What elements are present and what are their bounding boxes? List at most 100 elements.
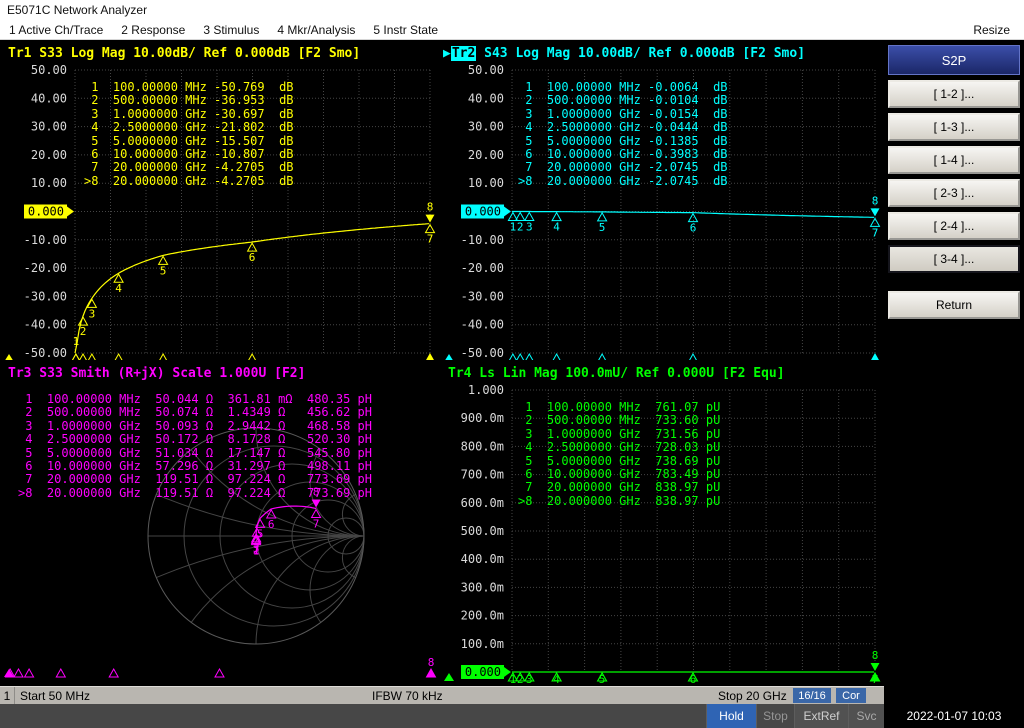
correction-badge: Cor <box>836 688 866 703</box>
svg-text:3: 3 <box>526 673 533 686</box>
channel-number: 1 <box>0 687 15 704</box>
datetime-readout: 2022-01-07 10:03 <box>884 704 1024 728</box>
svg-text:6: 6 <box>249 251 256 264</box>
trace-label: Tr3 <box>8 366 32 381</box>
trace-title-tr3[interactable]: Tr3 S33 Smith (R+jX) Scale 1.000U [F2] <box>8 366 305 381</box>
svg-text:900.0m: 900.0m <box>461 411 504 425</box>
softkey-button-2-3[interactable]: [ 2-3 ]... <box>888 179 1020 207</box>
menu-item-2[interactable]: 2 Response <box>112 23 194 37</box>
svg-text:100.0m: 100.0m <box>461 637 504 651</box>
svg-text:-50.00: -50.00 <box>461 346 504 360</box>
trace-label: Tr2 <box>450 46 477 61</box>
svg-text:2: 2 <box>517 221 524 234</box>
svg-text:2: 2 <box>517 673 524 686</box>
softkey-button-1-4[interactable]: [ 1-4 ]... <box>888 146 1020 174</box>
app-title: E5071C Network Analyzer <box>7 3 148 17</box>
menu-bar: 1 Active Ch/Trace 2 Response 3 Stimulus 4 M… <box>0 20 1024 40</box>
title-bar: E5071C Network Analyzer <box>0 0 1024 20</box>
sweep-stop-readout: Stop 20 GHz <box>718 688 787 703</box>
graph-tr1[interactable]: Tr1 S33 Log Mag 10.00dB/ Ref 0.000dB [F2… <box>0 40 440 360</box>
svg-text:8: 8 <box>313 486 320 499</box>
menu-items: 1 Active Ch/Trace 2 Response 3 Stimulus 4 M… <box>0 23 447 37</box>
svg-text:-20.00: -20.00 <box>24 261 67 275</box>
softkey-button-1-3[interactable]: [ 1-3 ]... <box>888 113 1020 141</box>
trace-format-readout: Ls Lin Mag 100.0mU/ Ref 0.000U [F2 Equ] <box>471 366 785 381</box>
instrument-status-bar: Hold Stop ExtRef Svc 2022-01-07 10:03 <box>0 704 1024 728</box>
ifbw-readout: IFBW 70 kHz <box>372 688 443 703</box>
softkey-list: [ 1-2 ]... [ 1-3 ]... [ 1-4 ]... [ 2-3 ]...… <box>888 80 1020 273</box>
svg-text:30.00: 30.00 <box>31 120 67 134</box>
menu-item-4[interactable]: 4 Mkr/Analysis <box>268 23 364 37</box>
svg-text:50.00: 50.00 <box>468 63 504 77</box>
graph-tr3[interactable]: Tr3 S33 Smith (R+jX) Scale 1.000U [F2] 1… <box>0 360 440 686</box>
svg-text:5: 5 <box>257 527 264 540</box>
svg-text:-30.00: -30.00 <box>24 289 67 303</box>
graph-tr4[interactable]: Tr4 Ls Lin Mag 100.0mU/ Ref 0.000U [F2 E… <box>440 360 884 686</box>
svg-text:10.00: 10.00 <box>468 176 504 190</box>
external-reference-indicator: ExtRef <box>794 704 848 728</box>
svg-text:6: 6 <box>690 222 697 235</box>
menu-item-3[interactable]: 3 Stimulus <box>194 23 268 37</box>
svg-text:600.0m: 600.0m <box>461 496 504 510</box>
trace-title-tr1[interactable]: Tr1 S33 Log Mag 10.00dB/ Ref 0.000dB [F2… <box>8 46 360 61</box>
active-trace-arrow: ▶ <box>443 46 451 61</box>
svg-text:700.0m: 700.0m <box>461 468 504 482</box>
svg-text:-10.00: -10.00 <box>461 233 504 247</box>
svg-text:8: 8 <box>427 201 434 214</box>
svg-text:40.00: 40.00 <box>31 91 67 105</box>
channel-status-bar: 1 Start 50 MHz IFBW 70 kHz Stop 20 GHz 1… <box>0 686 884 704</box>
averaging-counter-badge: 16/16 <box>793 688 831 703</box>
svg-text:1: 1 <box>510 673 517 686</box>
svg-text:4: 4 <box>115 282 122 295</box>
service-indicator: Svc <box>848 704 884 728</box>
svg-text:7: 7 <box>427 233 434 246</box>
svg-text:-30.00: -30.00 <box>461 289 504 303</box>
softkey-button-1-2[interactable]: [ 1-2 ]... <box>888 80 1020 108</box>
svg-text:4: 4 <box>553 673 560 686</box>
softkey-panel: S2P [ 1-2 ]... [ 1-3 ]... [ 1-4 ]... [ 2-3 … <box>884 40 1024 686</box>
svg-text:1: 1 <box>510 221 517 234</box>
status-bar-filler <box>0 704 706 728</box>
svg-text:-20.00: -20.00 <box>461 261 504 275</box>
trace-title-tr2[interactable]: ▶Tr2 S43 Log Mag 10.00dB/ Ref 0.000dB [F… <box>443 46 805 61</box>
menu-item-1[interactable]: 1 Active Ch/Trace <box>0 23 112 37</box>
svg-text:500.0m: 500.0m <box>461 524 504 538</box>
svg-text:3: 3 <box>526 221 533 234</box>
trigger-hold-indicator: Hold <box>706 704 756 728</box>
trace-title-tr4[interactable]: Tr4 Ls Lin Mag 100.0mU/ Ref 0.000U [F2 E… <box>448 366 785 381</box>
menu-item-5[interactable]: 5 Instr State <box>364 23 447 37</box>
svg-text:200.0m: 200.0m <box>461 609 504 623</box>
svg-text:6: 6 <box>690 673 697 686</box>
softkey-button-3-4[interactable]: [ 3-4 ]... <box>888 245 1020 273</box>
svg-text:-40.00: -40.00 <box>461 318 504 332</box>
graph-tr2[interactable]: ▶Tr2 S43 Log Mag 10.00dB/ Ref 0.000dB [F… <box>440 40 884 360</box>
svg-text:30.00: 30.00 <box>468 120 504 134</box>
svg-text:3: 3 <box>89 307 96 320</box>
svg-text:8: 8 <box>872 649 879 662</box>
trace-label: Tr1 <box>8 46 32 61</box>
svg-text:8: 8 <box>872 194 879 207</box>
sweep-start-readout: Start 50 MHz <box>20 688 91 703</box>
svg-text:5: 5 <box>599 221 606 234</box>
svg-text:300.0m: 300.0m <box>461 580 504 594</box>
trigger-stop-indicator: Stop <box>756 704 794 728</box>
svg-text:5: 5 <box>160 264 167 277</box>
svg-text:400.0m: 400.0m <box>461 552 504 566</box>
svg-text:-50.00: -50.00 <box>24 346 67 360</box>
svg-text:2: 2 <box>80 325 87 338</box>
svg-text:40.00: 40.00 <box>468 91 504 105</box>
trace-label: Tr4 <box>448 366 472 381</box>
svg-text:4: 4 <box>553 221 560 234</box>
tr1-plot-canvas: 50.00 40.00 30.00 20.00 10.00 0.000 -10.00 -20.… <box>5 63 436 360</box>
svg-text:1.000: 1.000 <box>468 383 504 397</box>
svg-text:0.000: 0.000 <box>465 205 501 219</box>
return-button[interactable]: Return <box>888 291 1020 319</box>
svg-text:5: 5 <box>599 673 606 686</box>
svg-text:10.00: 10.00 <box>31 176 67 190</box>
softkey-menu-title: S2P <box>888 45 1020 75</box>
softkey-button-2-4[interactable]: [ 2-4 ]... <box>888 212 1020 240</box>
tr3-plot-canvas: 123456 788 <box>4 427 437 678</box>
svg-text:1: 1 <box>73 335 80 348</box>
resize-button[interactable]: Resize <box>959 23 1024 37</box>
svg-text:50.00: 50.00 <box>31 63 67 77</box>
